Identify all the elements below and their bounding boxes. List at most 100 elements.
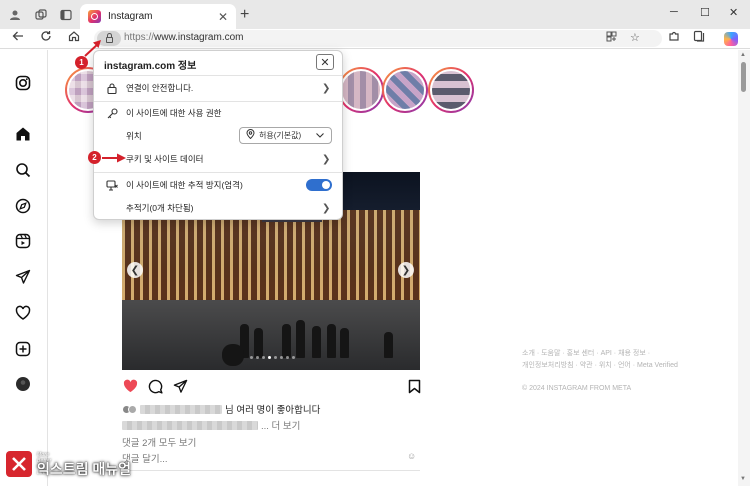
- annotation-arrow-icon: [102, 153, 126, 163]
- story-avatar[interactable]: [382, 67, 428, 113]
- carousel-dot: [250, 356, 253, 359]
- carousel-dot: [274, 356, 277, 359]
- home-icon[interactable]: [14, 125, 32, 143]
- new-tab-button[interactable]: +: [240, 6, 249, 24]
- watermark-title: 익스트림 매뉴얼: [37, 461, 132, 477]
- search-icon[interactable]: [14, 161, 32, 179]
- person-silhouette: [282, 324, 291, 358]
- back-button[interactable]: [9, 30, 27, 45]
- connection-secure-label: 연결이 안전합니다.: [126, 83, 194, 93]
- divider: [122, 470, 420, 471]
- scroll-up-arrow-icon[interactable]: ▲: [740, 52, 746, 58]
- trackers-row[interactable]: 추적기(0개 차단됨) ❯: [94, 199, 342, 217]
- blurred-caption: [122, 420, 258, 430]
- permissions-header: 이 사이트에 대한 사용 권한: [126, 108, 222, 118]
- location-permission-value: 허용(기본값): [259, 131, 302, 140]
- close-window-button[interactable]: ✕: [729, 6, 738, 19]
- explore-icon[interactable]: [14, 197, 32, 215]
- divider: [94, 75, 342, 76]
- popup-close-button[interactable]: ✕: [316, 54, 334, 70]
- create-icon[interactable]: [14, 340, 32, 358]
- liked-by-row[interactable]: 님 여러 명이 좋아합니다: [122, 402, 320, 416]
- popup-title: instagram.com 정보: [104, 61, 197, 72]
- like-heart-icon[interactable]: [122, 378, 138, 394]
- building-photo: [122, 210, 420, 300]
- location-pin-icon: [246, 129, 255, 142]
- footer-links-line1[interactable]: 소개 · 도움말 · 홍보 센터 · API · 채용 정보 ·: [522, 348, 692, 360]
- instagram-favicon-icon: [88, 10, 101, 23]
- comment-icon[interactable]: [147, 378, 163, 394]
- save-bookmark-icon[interactable]: [406, 378, 422, 394]
- url-text[interactable]: https://www.instagram.com: [124, 32, 243, 43]
- notifications-icon[interactable]: [14, 304, 32, 322]
- collections-icon[interactable]: [690, 30, 708, 45]
- carousel-dot: [268, 356, 271, 359]
- divider: [94, 172, 342, 173]
- plaza: [122, 300, 420, 370]
- key-icon: [106, 107, 118, 119]
- app-available-icon[interactable]: [606, 31, 617, 45]
- profile-icon[interactable]: [7, 7, 23, 23]
- carousel-dots: [250, 356, 295, 359]
- instagram-sidebar: [0, 50, 48, 486]
- instagram-logo-icon[interactable]: [14, 74, 32, 92]
- minimize-button[interactable]: ─: [670, 6, 678, 18]
- address-bar[interactable]: https://www.instagram.com ☆: [94, 30, 662, 47]
- blurred-username: [140, 404, 222, 414]
- extensions-icon[interactable]: [665, 30, 683, 45]
- profile-avatar-icon[interactable]: [14, 375, 32, 393]
- cookies-row[interactable]: 쿠키 및 사이트 데이터 ❯: [94, 150, 342, 168]
- view-all-comments-link[interactable]: 댓글 2개 모두 보기: [122, 435, 196, 449]
- browser-tab-bar: Instagram ✕ + ─ ☐ ✕: [0, 0, 750, 29]
- refresh-button[interactable]: [37, 30, 55, 45]
- person-silhouette: [312, 326, 321, 358]
- messages-icon[interactable]: [14, 268, 32, 286]
- footer-copyright: © 2024 INSTAGRAM FROM META: [522, 385, 632, 392]
- person-silhouette: [254, 328, 263, 358]
- more-link[interactable]: ... 더 보기: [261, 418, 300, 432]
- location-permission-select[interactable]: 허용(기본값): [239, 127, 332, 144]
- carousel-next-button[interactable]: ❯: [398, 262, 414, 278]
- watermark-logo-icon: [6, 451, 32, 477]
- tab-title: Instagram: [108, 11, 153, 22]
- footer-links-line2[interactable]: 개인정보처리방침 · 약관 · 위치 · 언어 · Meta Verified: [522, 360, 692, 372]
- person-silhouette: [296, 320, 305, 358]
- share-icon[interactable]: [172, 378, 188, 394]
- chevron-right-icon: ❯: [322, 153, 331, 165]
- tab-instagram[interactable]: Instagram ✕: [80, 4, 236, 29]
- permissions-header-row: 이 사이트에 대한 사용 권한: [94, 104, 342, 122]
- connection-secure-row[interactable]: 연결이 안전합니다. ❯: [94, 79, 342, 97]
- scroll-thumb[interactable]: [741, 62, 746, 92]
- tab-actions-icon[interactable]: [58, 7, 74, 23]
- tracking-prevention-toggle[interactable]: [306, 179, 332, 191]
- watermark: More Better IT Life 익스트림 매뉴얼: [6, 451, 131, 477]
- caption-row: ... 더 보기: [122, 418, 300, 432]
- emoji-icon[interactable]: ☺: [407, 451, 416, 461]
- reels-icon[interactable]: [14, 232, 32, 250]
- workspaces-icon[interactable]: [33, 7, 49, 23]
- tab-close-icon[interactable]: ✕: [218, 10, 228, 24]
- liker-avatar: [128, 404, 137, 414]
- carousel-prev-button[interactable]: ❮: [127, 262, 143, 278]
- post-actions: [122, 378, 420, 396]
- story-avatar[interactable]: [338, 67, 384, 113]
- carousel-dot: [280, 356, 283, 359]
- person-silhouette: [327, 324, 336, 358]
- home-button[interactable]: [65, 30, 83, 45]
- copilot-icon[interactable]: [724, 32, 738, 46]
- annotation-arrow-icon: [84, 40, 101, 57]
- lock-icon: [106, 82, 118, 94]
- story-avatar[interactable]: [428, 67, 474, 113]
- footer-links[interactable]: 소개 · 도움말 · 홍보 센터 · API · 채용 정보 · 개인정보처리방…: [522, 348, 692, 372]
- person-silhouette: [340, 328, 349, 358]
- maximize-button[interactable]: ☐: [700, 6, 710, 19]
- browser-toolbar: https://www.instagram.com ☆: [0, 29, 750, 49]
- cookies-label: 쿠키 및 사이트 데이터: [126, 154, 204, 164]
- tracking-prevention-row: 이 사이트에 대한 추적 방지(엄격): [94, 176, 342, 194]
- annotation-step-2-badge: 2: [88, 151, 101, 164]
- page-scrollbar[interactable]: ▲ ▼: [738, 50, 750, 486]
- person-silhouette: [222, 344, 244, 366]
- scroll-down-arrow-icon[interactable]: ▼: [740, 476, 746, 482]
- carousel-dot: [262, 356, 265, 359]
- favorite-star-icon[interactable]: ☆: [630, 31, 640, 44]
